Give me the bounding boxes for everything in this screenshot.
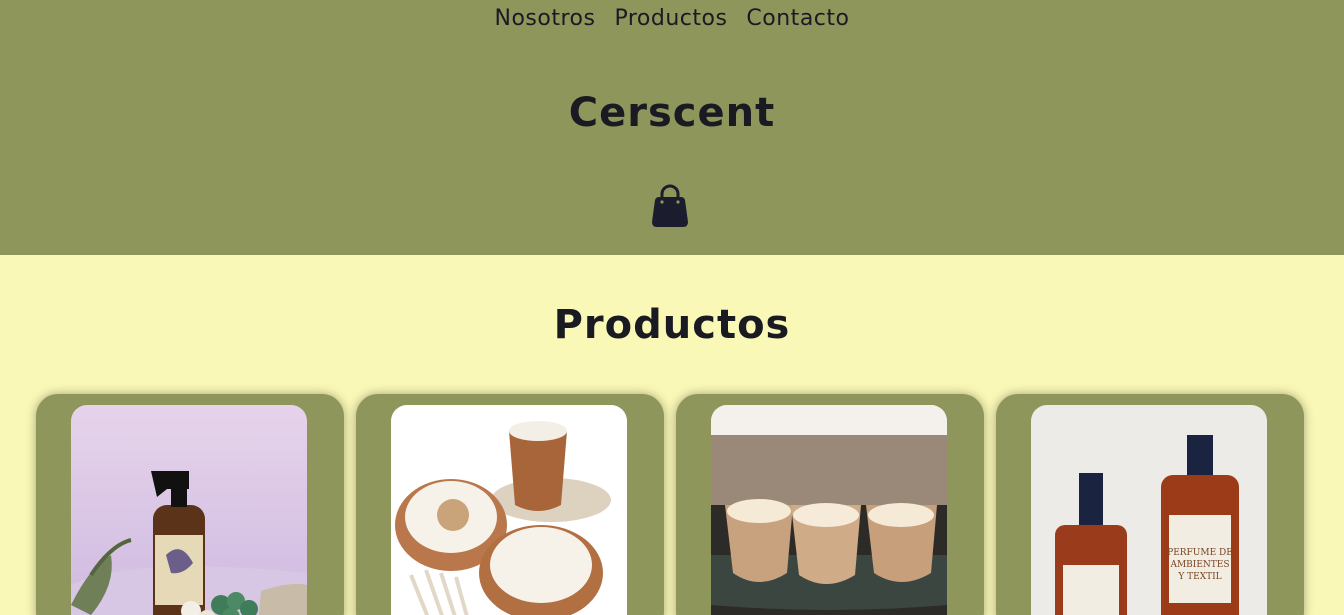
three-wooden-candles-image[interactable] [711, 405, 947, 615]
svg-text:AMBIENTES: AMBIENTES [1169, 560, 1229, 570]
products-section-title: Productos [553, 302, 791, 348]
product-card[interactable] [36, 394, 344, 615]
product-card[interactable] [356, 394, 664, 615]
product-card[interactable] [676, 394, 984, 615]
brand-title: Cerscent [568, 90, 776, 136]
wooden-candle-bowls-image[interactable] [391, 405, 627, 615]
room-spray-bottle-image[interactable] [71, 405, 307, 615]
site-header: Nosotros Productos Contacto Cerscent [0, 0, 1344, 255]
nav-link-contacto[interactable]: Contacto [746, 6, 849, 31]
perfume-textile-sprays-image[interactable]: PERFUME DE AMBIENTES Y TEXTIL [1031, 405, 1267, 615]
perfume-label-text: PERFUME DE [1167, 548, 1233, 558]
main-nav: Nosotros Productos Contacto [0, 6, 1344, 31]
svg-text:Y TEXTIL: Y TEXTIL [1177, 572, 1221, 582]
nav-link-nosotros[interactable]: Nosotros [495, 6, 596, 31]
shopping-bag-icon[interactable] [650, 184, 690, 230]
nav-link-productos[interactable]: Productos [614, 6, 727, 31]
product-card[interactable]: PERFUME DE AMBIENTES Y TEXTIL [996, 394, 1304, 615]
